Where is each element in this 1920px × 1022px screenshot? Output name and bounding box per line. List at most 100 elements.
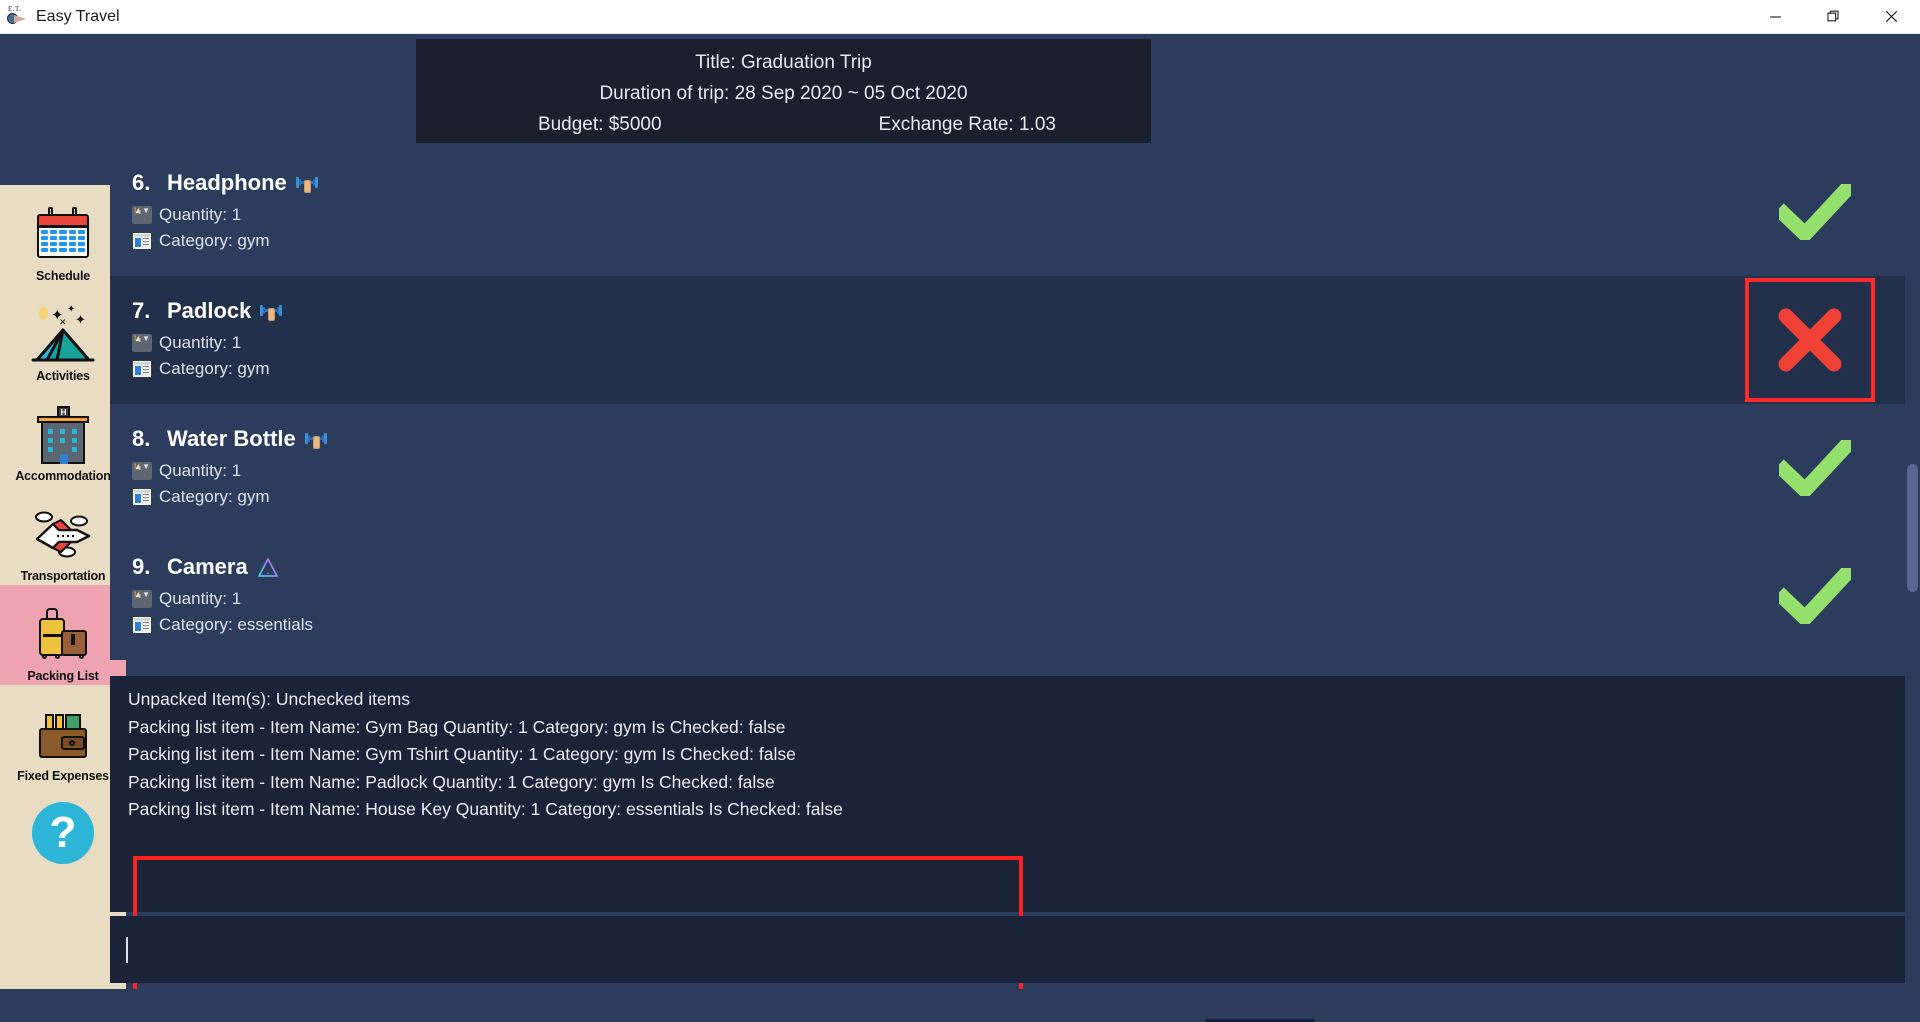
packing-list-row[interactable]: 6. Headphone ½▲▼ Quantity: 1 Category: <box>110 148 1905 276</box>
sidebar-item-accommodation[interactable]: H Accommodation <box>0 385 126 485</box>
item-category: Category: gym <box>159 487 270 506</box>
item-number: 9. <box>132 554 151 579</box>
item-quantity-line: ½ ▲▼ Quantity: 1 <box>132 330 1745 356</box>
log-line: Packing list item - Item Name: House Key… <box>128 799 843 819</box>
trip-budget: Budget: $5000 <box>537 114 662 135</box>
category-icon <box>132 232 152 250</box>
item-category: Category: essentials <box>159 615 314 634</box>
help-icon: ? <box>32 802 94 864</box>
packing-list-row[interactable]: 9. Camera ½ ▲▼ Quantity: 1 Category: ess… <box>110 532 1905 660</box>
sidebar-item-fixed-expenses[interactable]: Fixed Expenses <box>0 685 126 785</box>
log-line: Packing list item - Item Name: Gym Tshir… <box>128 744 796 764</box>
item-quantity: Quantity: 1 <box>159 589 242 608</box>
tent-icon: ✦ ✦ ✦ ✕ <box>31 304 95 368</box>
item-name: Camera <box>167 554 248 579</box>
item-category-line: Category: gym <box>132 484 1755 510</box>
wallet-icon <box>31 704 95 768</box>
vertical-scrollbar[interactable] <box>1905 148 1920 912</box>
app-body: Schedule ✦ ✦ ✦ ✕ Activities H Accommodat… <box>0 34 1920 1022</box>
dumbbell-icon <box>304 429 327 449</box>
window-controls <box>1746 0 1920 34</box>
log-line: Packing list item - Item Name: Padlock Q… <box>128 771 775 792</box>
item-title: 7. Padlock <box>132 298 1745 324</box>
item-number: 8. <box>132 426 151 451</box>
packing-list-row[interactable]: 8. Water Bottle ½▲▼ Quantity: 1 Categor <box>110 404 1905 532</box>
item-title: 9. Camera <box>132 554 1755 580</box>
quantity-stepper-icon: ½ ▲▼ <box>132 206 152 224</box>
log-lines: Unpacked Item(s): Unchecked items Packin… <box>110 676 1905 824</box>
sidebar-item-packing-list[interactable]: Packing List <box>0 585 126 685</box>
trip-title: Title: Graduation Trip <box>695 52 872 73</box>
window-title: Easy Travel <box>36 7 120 25</box>
item-checked-icon[interactable] <box>1755 568 1875 624</box>
item-unchecked-icon[interactable] <box>1745 278 1875 402</box>
sidebar-item-label: Schedule <box>36 269 90 283</box>
item-name: Water Bottle <box>167 426 296 451</box>
item-details: 6. Headphone ½▲▼ Quantity: 1 Category: <box>132 170 1755 254</box>
log-line: Packing list item - Item Name: Gym Bag Q… <box>128 716 786 737</box>
calendar-icon <box>31 204 95 268</box>
command-input[interactable] <box>110 916 1905 983</box>
item-details: 7. Padlock ½▲▼ Quantity: 1 Category: gy <box>132 298 1745 382</box>
item-category-line: Category: essentials <box>132 612 1755 638</box>
item-category-line: Category: gym <box>132 228 1755 254</box>
packing-list-row[interactable]: 7. Padlock ½▲▼ Quantity: 1 Category: gy <box>110 276 1905 404</box>
airplane-icon <box>31 504 95 568</box>
bottom-strip <box>0 989 1920 1022</box>
sidebar-item-transportation[interactable]: Transportation <box>0 485 126 585</box>
item-title: 6. Headphone <box>132 170 1755 196</box>
item-quantity: Quantity: 1 <box>159 205 242 224</box>
category-icon <box>132 360 152 378</box>
item-name: Padlock <box>167 298 252 323</box>
item-quantity-line: ½ ▲▼ Quantity: 1 <box>132 458 1755 484</box>
item-title: 8. Water Bottle <box>132 426 1755 452</box>
item-category: Category: gym <box>159 231 270 250</box>
sidebar: Schedule ✦ ✦ ✦ ✕ Activities H Accommodat… <box>0 185 126 989</box>
item-quantity-line: ½ ▲▼ Quantity: 1 <box>132 202 1755 228</box>
item-quantity: Quantity: 1 <box>159 461 242 480</box>
log-output-panel: Unpacked Item(s): Unchecked items Packin… <box>110 676 1905 912</box>
help-button[interactable]: ? <box>0 785 126 881</box>
item-category-line: Category: gym <box>132 356 1745 382</box>
sidebar-item-activities[interactable]: ✦ ✦ ✦ ✕ Activities <box>0 285 126 385</box>
item-number: 6. <box>132 170 151 195</box>
minimize-icon[interactable] <box>1746 0 1804 34</box>
packing-list: 6. Headphone ½▲▼ Quantity: 1 Category: <box>110 148 1905 676</box>
sidebar-item-label: Activities <box>36 369 90 383</box>
trip-budget-row: Budget: $5000 Exchange Rate: 1.03 <box>416 109 1151 140</box>
title-bar: E.T. Easy Travel <box>0 0 1920 34</box>
item-number: 7. <box>132 298 151 323</box>
item-category: Category: gym <box>159 359 270 378</box>
quantity-stepper-icon: ½ ▲▼ <box>132 334 152 352</box>
restore-icon[interactable] <box>1804 0 1862 34</box>
sidebar-item-label: Accommodation <box>15 469 111 483</box>
trip-exchange-rate: Exchange Rate: 1.03 <box>878 114 1056 135</box>
item-details: 8. Water Bottle ½▲▼ Quantity: 1 Categor <box>132 426 1755 510</box>
app-logo-icon: E.T. <box>6 5 28 28</box>
item-name: Headphone <box>167 170 287 195</box>
hotel-icon: H <box>31 404 95 468</box>
item-quantity-line: ½ ▲▼ Quantity: 1 <box>132 586 1755 612</box>
trip-summary-panel: Title: Graduation Trip Duration of trip:… <box>416 39 1151 143</box>
sidebar-item-schedule[interactable]: Schedule <box>0 185 126 285</box>
item-checked-icon[interactable] <box>1755 184 1875 240</box>
category-icon <box>132 616 152 634</box>
sidebar-item-label: Packing List <box>27 669 99 683</box>
dumbbell-icon <box>295 173 318 193</box>
quantity-stepper-icon: ½ ▲▼ <box>132 462 152 480</box>
category-icon <box>132 488 152 506</box>
trip-duration: Duration of trip: 28 Sep 2020 ~ 05 Oct 2… <box>599 83 968 104</box>
dumbbell-icon <box>260 301 283 321</box>
item-checked-icon[interactable] <box>1755 440 1875 496</box>
quantity-stepper-icon: ½ ▲▼ <box>132 590 152 608</box>
sidebar-item-label: Transportation <box>20 569 106 583</box>
text-caret <box>126 936 128 963</box>
scrollbar-thumb[interactable] <box>1907 464 1918 592</box>
luggage-icon <box>31 604 95 668</box>
sidebar-item-label: Fixed Expenses <box>17 769 109 783</box>
item-details: 9. Camera ½ ▲▼ Quantity: 1 Category: ess… <box>132 554 1755 638</box>
warning-triangle-icon <box>257 557 279 577</box>
item-quantity: Quantity: 1 <box>159 333 242 352</box>
log-line: Unpacked Item(s): Unchecked items <box>128 689 411 709</box>
close-icon[interactable] <box>1862 0 1920 34</box>
